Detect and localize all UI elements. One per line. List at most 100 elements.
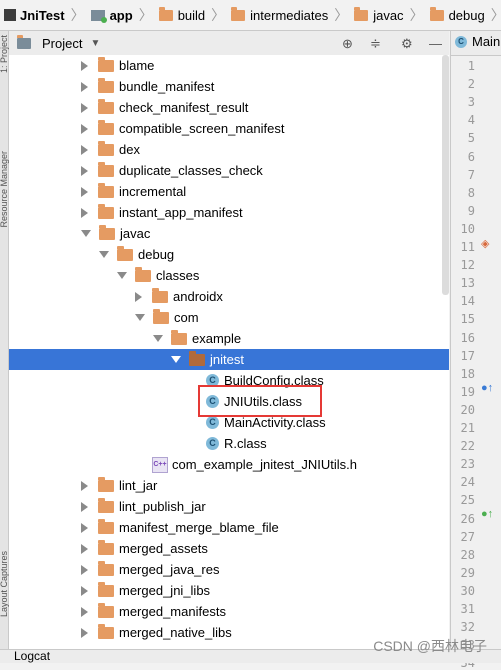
chevron-right-icon[interactable] bbox=[81, 564, 88, 575]
tree-row-merged-assets[interactable]: merged_assets bbox=[9, 538, 449, 559]
folder-icon bbox=[98, 98, 114, 114]
tree-item-label: classes bbox=[156, 268, 200, 283]
project-view-selector[interactable]: Project bbox=[42, 36, 82, 51]
tree-row-check-manifest-result[interactable]: check_manifest_result bbox=[9, 97, 449, 118]
watermark: CSDN @西林电子 bbox=[373, 638, 487, 654]
project-tree: merged_native_libs merged_manifests merged… bbox=[9, 55, 449, 649]
editor-tab-main[interactable]: C Main bbox=[455, 34, 500, 49]
tree-row-javac[interactable]: javac bbox=[9, 223, 449, 244]
tree-row-incremental[interactable]: incremental bbox=[9, 181, 449, 202]
tree-row-com-example-jnitest-jniutils-h[interactable]: C++ com_example_jnitest_JNIUtils.h bbox=[9, 454, 449, 475]
tree-row-manifest-merge-blame-file[interactable]: manifest_merge_blame_file bbox=[9, 517, 449, 538]
tree-row-classes[interactable]: classes bbox=[9, 265, 449, 286]
tree-row-lint-jar[interactable]: lint_jar bbox=[9, 475, 449, 496]
chevron-right-icon[interactable] bbox=[81, 543, 88, 554]
tree-row-androidx[interactable]: androidx bbox=[9, 286, 449, 307]
resource-manager-tool-tab[interactable]: Resource Manager bbox=[0, 151, 9, 228]
folder-icon bbox=[98, 476, 114, 492]
breadcrumb-item-debug[interactable]: debug bbox=[426, 0, 487, 30]
chevron-down-icon[interactable] bbox=[171, 356, 181, 363]
breadcrumb-separator: 〉 bbox=[211, 7, 226, 23]
gear-icon[interactable]: ⚙ bbox=[401, 36, 413, 52]
breadcrumb-separator: 〉 bbox=[70, 7, 85, 23]
breadcrumb-item-project[interactable]: JniTest bbox=[0, 0, 67, 30]
folder-icon bbox=[98, 203, 114, 219]
chevron-down-icon[interactable] bbox=[153, 335, 163, 342]
chevron-down-icon[interactable] bbox=[81, 230, 91, 237]
line-number: 5 bbox=[467, 131, 475, 146]
class-icon: C bbox=[455, 35, 467, 48]
tree-row-bundle-manifest[interactable]: bundle_manifest bbox=[9, 76, 449, 97]
line-number: 20 bbox=[460, 402, 475, 417]
tree-row-merged-java-res[interactable]: merged_java_res bbox=[9, 559, 449, 580]
line-number: 25 bbox=[460, 493, 475, 508]
chevron-right-icon[interactable] bbox=[81, 144, 88, 155]
line-number: 16 bbox=[460, 330, 475, 345]
tree-scrollbar[interactable] bbox=[442, 55, 449, 295]
tree-row-dex[interactable]: dex bbox=[9, 139, 449, 160]
tree-item-label: MainActivity.class bbox=[224, 415, 326, 430]
chevron-right-icon[interactable] bbox=[81, 60, 88, 71]
folder-icon bbox=[135, 266, 151, 282]
chevron-down-icon[interactable] bbox=[135, 314, 145, 321]
chevron-right-icon[interactable] bbox=[81, 501, 88, 512]
tree-row-com[interactable]: com bbox=[9, 307, 449, 328]
collapse-all-icon[interactable]: ≑ bbox=[370, 36, 381, 52]
tree-item-label: example bbox=[192, 331, 242, 346]
override-marker-icon[interactable]: ●↑ bbox=[481, 508, 493, 520]
project-tool-tab[interactable]: 1: Project bbox=[0, 35, 9, 73]
tree-item-label: lint_jar bbox=[119, 478, 158, 493]
chevron-right-icon[interactable] bbox=[135, 291, 142, 302]
line-number: 4 bbox=[467, 113, 475, 128]
tree-item-label: incremental bbox=[119, 184, 187, 199]
chevron-right-icon[interactable] bbox=[81, 522, 88, 533]
breadcrumb-item-intermediates[interactable]: intermediates bbox=[227, 0, 330, 30]
tree-row-merged-jni-libs[interactable]: merged_jni_libs bbox=[9, 580, 449, 601]
tree-row-compatible-screen-manifest[interactable]: compatible_screen_manifest bbox=[9, 118, 449, 139]
tree-row-jnitest[interactable]: jnitest bbox=[9, 349, 449, 370]
chevron-down-icon[interactable] bbox=[117, 272, 127, 279]
layout-captures-tool-tab[interactable]: Layout Captures bbox=[0, 551, 9, 617]
chevron-right-icon[interactable] bbox=[81, 102, 88, 113]
breadcrumb-item-build[interactable]: build bbox=[155, 0, 207, 30]
breadcrumb-separator: 〉 bbox=[409, 7, 424, 23]
line-number: 19 bbox=[460, 384, 475, 399]
implementation-marker-icon[interactable]: ◈ bbox=[481, 237, 489, 250]
chevron-right-icon[interactable] bbox=[81, 207, 88, 218]
tree-row-debug[interactable]: debug bbox=[9, 244, 449, 265]
tree-row-merged-manifests[interactable]: merged_manifests bbox=[9, 601, 449, 622]
chevron-down-icon[interactable]: ▼ bbox=[90, 38, 100, 49]
folder-icon bbox=[98, 56, 114, 72]
folder-icon bbox=[98, 623, 114, 639]
line-number: 22 bbox=[460, 439, 475, 454]
line-number: 3 bbox=[467, 95, 475, 110]
chevron-right-icon[interactable] bbox=[81, 627, 88, 638]
override-marker-icon[interactable]: ●↑ bbox=[481, 382, 493, 394]
tree-row-duplicate-classes-check[interactable]: duplicate_classes_check bbox=[9, 160, 449, 181]
breadcrumb-item-module[interactable]: app bbox=[87, 0, 135, 30]
chevron-down-icon[interactable] bbox=[99, 251, 109, 258]
tree-row-lint-publish-jar[interactable]: lint_publish_jar bbox=[9, 496, 449, 517]
chevron-right-icon[interactable] bbox=[81, 606, 88, 617]
line-number: 29 bbox=[460, 565, 475, 580]
tree-item-label: lint_publish_jar bbox=[119, 499, 206, 514]
breadcrumb-item-javac[interactable]: javac bbox=[350, 0, 405, 30]
locate-file-icon[interactable]: ⊕ bbox=[342, 36, 353, 52]
tree-row-instant-app-manifest[interactable]: instant_app_manifest bbox=[9, 202, 449, 223]
line-number: 8 bbox=[467, 185, 475, 200]
chevron-right-icon[interactable] bbox=[81, 81, 88, 92]
tree-row-r-class[interactable]: C R.class bbox=[9, 433, 449, 454]
logcat-tab[interactable]: Logcat bbox=[14, 650, 50, 663]
tree-row-blame[interactable]: blame bbox=[9, 55, 449, 76]
minimize-icon[interactable]: — bbox=[429, 36, 442, 51]
line-number: 26 bbox=[460, 511, 475, 526]
tree-item-label: com bbox=[174, 310, 199, 325]
tree-row-example[interactable]: example bbox=[9, 328, 449, 349]
tree-item-label: javac bbox=[120, 226, 151, 241]
chevron-right-icon[interactable] bbox=[81, 165, 88, 176]
chevron-right-icon[interactable] bbox=[81, 186, 88, 197]
line-number: 17 bbox=[460, 348, 475, 363]
chevron-right-icon[interactable] bbox=[81, 585, 88, 596]
chevron-right-icon[interactable] bbox=[81, 480, 88, 491]
chevron-right-icon[interactable] bbox=[81, 123, 88, 134]
